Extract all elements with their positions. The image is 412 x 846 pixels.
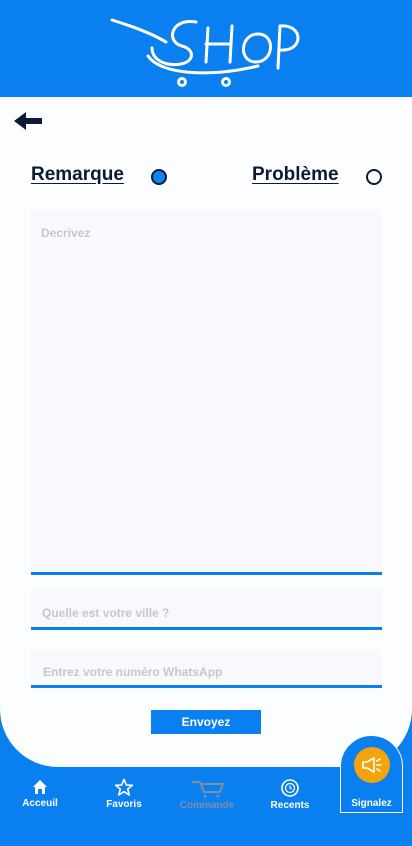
nav-label-favoris: Favoris bbox=[106, 799, 142, 810]
city-input[interactable]: Quelle est votre ville ? bbox=[31, 591, 382, 630]
submit-button[interactable]: Envoyez bbox=[151, 710, 261, 734]
nav-item-commande[interactable]: Commande bbox=[172, 778, 242, 811]
probleme-radio[interactable] bbox=[366, 169, 382, 185]
remarque-radio[interactable] bbox=[151, 169, 167, 185]
home-icon bbox=[33, 780, 47, 794]
megaphone-icon bbox=[362, 757, 382, 773]
cart-icon bbox=[192, 781, 224, 798]
whatsapp-input[interactable]: Entrez votre numéro WhatsApp bbox=[31, 649, 382, 688]
description-placeholder: Decrivez bbox=[41, 226, 91, 240]
nav-item-favoris[interactable]: Favoris bbox=[89, 778, 159, 810]
nav-item-acceuil[interactable]: Acceuil bbox=[5, 778, 75, 809]
nav-label-acceuil: Acceuil bbox=[22, 798, 58, 809]
description-textarea[interactable]: Decrivez bbox=[31, 210, 382, 575]
app-header bbox=[0, 0, 412, 97]
nav-label-recents: Recents bbox=[270, 800, 310, 811]
star-icon bbox=[114, 778, 134, 796]
nav-label-commande: Commande bbox=[179, 800, 235, 811]
signalez-icon-circle bbox=[354, 747, 390, 783]
option-remarque-label[interactable]: Remarque bbox=[31, 164, 124, 186]
clock-icon bbox=[281, 779, 299, 797]
back-arrow-icon[interactable] bbox=[12, 110, 46, 132]
nav-item-signalez[interactable]: Signalez bbox=[340, 735, 403, 813]
nav-item-recents[interactable]: Recents bbox=[255, 778, 325, 811]
nav-label-signalez: Signalez bbox=[351, 798, 392, 809]
option-probleme-label[interactable]: Problème bbox=[252, 164, 339, 186]
shop-logo bbox=[110, 18, 300, 87]
whatsapp-placeholder: Entrez votre numéro WhatsApp bbox=[43, 665, 223, 679]
city-placeholder: Quelle est votre ville ? bbox=[42, 606, 170, 620]
